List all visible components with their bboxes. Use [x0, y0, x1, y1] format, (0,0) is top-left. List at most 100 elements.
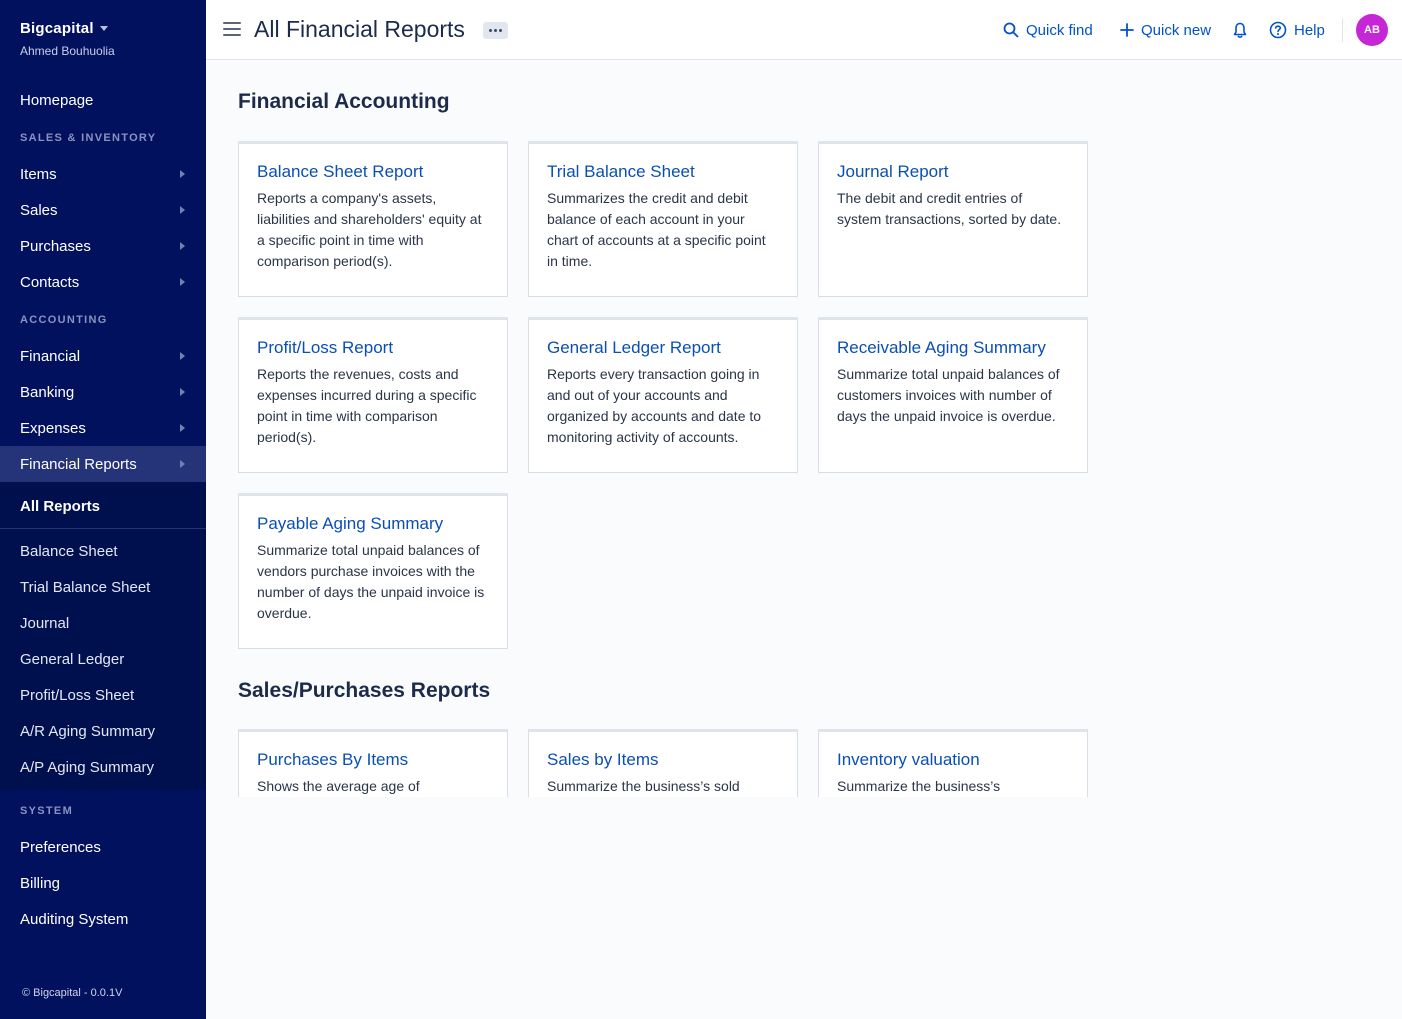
- submenu-item-label: A/R Aging Summary: [20, 722, 156, 740]
- submenu-item-label: A/P Aging Summary: [20, 758, 154, 776]
- report-card-title[interactable]: Journal Report: [837, 162, 1069, 182]
- sidebar-item-billing[interactable]: Billing: [0, 865, 206, 901]
- report-card-receivable-aging[interactable]: Receivable Aging Summary Summarize total…: [818, 317, 1088, 473]
- quick-find-button[interactable]: Quick find: [1003, 19, 1093, 41]
- notifications-button[interactable]: [1232, 19, 1248, 41]
- section-title-sales-purchases: Sales/Purchases Reports: [238, 679, 491, 702]
- caret-right-icon: [180, 242, 185, 250]
- section-label-accounting: ACCOUNTING: [20, 314, 108, 326]
- submenu-item-balance-sheet[interactable]: Balance Sheet: [0, 533, 206, 569]
- report-card-description: Summarize the business’s sold: [547, 778, 740, 794]
- report-card-title[interactable]: Sales by Items: [547, 750, 779, 770]
- caret-right-icon: [180, 460, 185, 468]
- sidebar-item-label: Expenses: [20, 419, 86, 437]
- sidebar-item-preferences[interactable]: Preferences: [0, 829, 206, 865]
- help-button[interactable]: Help: [1269, 19, 1325, 41]
- report-card-description: Reports the revenues, costs and expenses…: [257, 366, 477, 445]
- sidebar-item-homepage[interactable]: Homepage: [0, 82, 206, 118]
- topbar: All Financial Reports Quick find Quick n…: [206, 0, 1402, 60]
- submenu-item-label: General Ledger: [20, 650, 125, 668]
- sidebar-item-label: Purchases: [20, 237, 91, 255]
- report-card-sales-by-items[interactable]: Sales by Items Summarize the business’s …: [528, 729, 798, 797]
- report-card-description: The debit and credit entries of system t…: [837, 190, 1062, 227]
- sidebar-item-label: Homepage: [20, 91, 94, 109]
- sidebar-item-label: Banking: [20, 383, 75, 401]
- report-card-description: Summarize the business’s: [837, 778, 1001, 794]
- caret-right-icon: [180, 388, 185, 396]
- report-card-balance-sheet[interactable]: Balance Sheet Report Reports a company's…: [238, 141, 508, 297]
- quick-new-button[interactable]: Quick new: [1120, 19, 1211, 41]
- report-card-description: Summarizes the credit and debit balance …: [547, 190, 766, 269]
- report-card-inventory-valuation[interactable]: Inventory valuation Summarize the busine…: [818, 729, 1088, 797]
- topbar-divider: [1342, 18, 1343, 42]
- sidebar-item-financial[interactable]: Financial: [0, 338, 206, 374]
- bell-icon: [1233, 22, 1247, 38]
- sidebar-item-auditing-system[interactable]: Auditing System: [0, 901, 206, 937]
- page-title: All Financial Reports: [254, 16, 465, 42]
- submenu-item-ap-aging-summary[interactable]: A/P Aging Summary: [0, 749, 206, 785]
- report-card-title[interactable]: Purchases By Items: [257, 750, 489, 770]
- report-card-title[interactable]: General Ledger Report: [547, 338, 779, 358]
- more-dots-icon: [489, 29, 492, 32]
- sidebar-item-items[interactable]: Items: [0, 156, 206, 192]
- submenu-divider: [0, 528, 206, 529]
- report-card-title[interactable]: Inventory valuation: [837, 750, 1069, 770]
- report-card-purchases-by-items[interactable]: Purchases By Items Shows the average age…: [238, 729, 508, 797]
- report-card-description: Summarize total unpaid balances of vendo…: [257, 542, 485, 621]
- sidebar-item-banking[interactable]: Banking: [0, 374, 206, 410]
- sidebar-item-purchases[interactable]: Purchases: [0, 228, 206, 264]
- avatar[interactable]: AB: [1356, 14, 1388, 46]
- caret-down-icon[interactable]: [99, 26, 108, 31]
- more-options-button[interactable]: [483, 22, 508, 39]
- sidebar-item-expenses[interactable]: Expenses: [0, 410, 206, 446]
- submenu-item-label: Journal: [20, 614, 70, 632]
- submenu-item-label: Profit/Loss Sheet: [20, 686, 135, 704]
- sidebar-item-contacts[interactable]: Contacts: [0, 264, 206, 300]
- submenu-item-label: Trial Balance Sheet: [20, 578, 151, 596]
- organization-switcher[interactable]: Bigcapital Ahmed Bouhuolia: [20, 20, 115, 58]
- submenu-item-ar-aging-summary[interactable]: A/R Aging Summary: [0, 713, 206, 749]
- submenu-item-label: Balance Sheet: [20, 542, 118, 560]
- organization-name[interactable]: Bigcapital: [20, 20, 94, 37]
- sidebar-item-label: Financial: [20, 347, 81, 365]
- menu-icon[interactable]: [223, 22, 241, 36]
- sidebar-item-label: Contacts: [20, 273, 80, 291]
- submenu-item-trial-balance-sheet[interactable]: Trial Balance Sheet: [0, 569, 206, 605]
- submenu-item-general-ledger[interactable]: General Ledger: [0, 641, 206, 677]
- caret-right-icon: [180, 170, 185, 178]
- report-card-payable-aging[interactable]: Payable Aging Summary Summarize total un…: [238, 493, 508, 649]
- search-icon: [1003, 22, 1019, 38]
- version-footer: © Bigcapital - 0.0.1V: [22, 987, 123, 999]
- sidebar-item-financial-reports[interactable]: Financial Reports: [0, 446, 206, 482]
- section-label-sales-inventory: SALES & INVENTORY: [20, 132, 157, 144]
- submenu-item-profit-loss-sheet[interactable]: Profit/Loss Sheet: [0, 677, 206, 713]
- caret-right-icon: [180, 352, 185, 360]
- report-card-title[interactable]: Receivable Aging Summary: [837, 338, 1069, 358]
- sales-purchases-cards: Purchases By Items Shows the average age…: [230, 720, 1110, 797]
- report-card-description: Summarize total unpaid balances of custo…: [837, 366, 1060, 424]
- submenu-item-all-reports[interactable]: All Reports: [0, 488, 206, 524]
- caret-right-icon: [180, 424, 185, 432]
- section-label-system: SYSTEM: [20, 805, 74, 817]
- report-card-description: Reports a company's assets, liabilities …: [257, 190, 482, 269]
- report-card-title[interactable]: Profit/Loss Report: [257, 338, 489, 358]
- report-card-title[interactable]: Payable Aging Summary: [257, 514, 489, 534]
- quick-new-label: Quick new: [1141, 21, 1212, 39]
- report-card-profit-loss[interactable]: Profit/Loss Report Reports the revenues,…: [238, 317, 508, 473]
- sidebar: Bigcapital Ahmed Bouhuolia Homepage SALE…: [0, 0, 206, 1019]
- report-card-description: Shows the average age of: [257, 778, 420, 794]
- report-card-title[interactable]: Trial Balance Sheet: [547, 162, 779, 182]
- user-name: Ahmed Bouhuolia: [20, 44, 115, 58]
- report-card-trial-balance-sheet[interactable]: Trial Balance Sheet Summarizes the credi…: [528, 141, 798, 297]
- submenu-item-journal[interactable]: Journal: [0, 605, 206, 641]
- report-card-general-ledger[interactable]: General Ledger Report Reports every tran…: [528, 317, 798, 473]
- sidebar-item-label: Auditing System: [20, 910, 129, 928]
- report-card-title[interactable]: Balance Sheet Report: [257, 162, 489, 182]
- section-title-financial-accounting: Financial Accounting: [238, 90, 450, 113]
- sidebar-item-sales[interactable]: Sales: [0, 192, 206, 228]
- report-card-journal[interactable]: Journal Report The debit and credit entr…: [818, 141, 1088, 297]
- sidebar-item-label: Preferences: [20, 838, 101, 856]
- quick-find-label: Quick find: [1026, 21, 1093, 39]
- sidebar-item-label: Billing: [20, 874, 61, 892]
- report-card-description: Reports every transaction going in and o…: [547, 366, 762, 445]
